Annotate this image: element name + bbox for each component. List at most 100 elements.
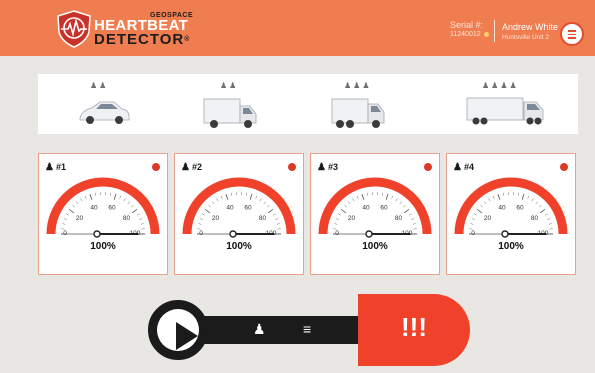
vehicle-car[interactable]: ♟♟	[76, 74, 136, 134]
gauge-tick-label: 40	[90, 204, 98, 211]
gauge-tick-label: 60	[516, 204, 524, 211]
sensor-percent: 100%	[362, 241, 388, 252]
gauge-tick	[471, 218, 475, 220]
gauge-tick-label: 0	[63, 230, 67, 237]
gauge-tick-label: 0	[199, 230, 203, 237]
person-icon[interactable]: ♟	[253, 322, 266, 336]
gauge-tick	[267, 208, 274, 214]
gauge-arc	[454, 177, 568, 235]
gauge-tick-label: 60	[380, 204, 388, 211]
serial-value: 11240012	[450, 30, 489, 40]
sensor-card-2[interactable]: ♟#2 020406080100 100%	[174, 153, 304, 275]
gauge-tick	[476, 208, 483, 214]
gauge-tick	[502, 192, 504, 196]
gauge-tick	[131, 205, 134, 208]
car-icon	[79, 101, 130, 124]
gauge-knob[interactable]	[229, 230, 237, 238]
gauge-tick	[267, 205, 270, 208]
gauge-tick-label: 20	[76, 215, 84, 222]
gauge-tick	[527, 195, 530, 199]
gauge-tick	[474, 213, 477, 216]
gauge-knob[interactable]	[93, 230, 101, 238]
menu-button[interactable]	[560, 22, 584, 46]
gauge-tick-label: 80	[531, 215, 539, 222]
gauge-tick	[411, 218, 415, 220]
gauge-tick	[63, 218, 67, 220]
gauge-tick	[361, 193, 365, 200]
gauge-tick	[131, 208, 138, 214]
gauge-tick	[344, 205, 347, 208]
play-icon	[176, 322, 198, 350]
gauge-tick	[334, 223, 338, 225]
gauge-tick-label: 20	[212, 215, 220, 222]
gauge-tick	[492, 195, 495, 199]
gauge-tick-label: 40	[498, 204, 506, 211]
gauge-tick	[403, 208, 410, 214]
sensor-card-3[interactable]: ♟#3 020406080100 100%	[310, 153, 440, 275]
gauge-tick	[497, 193, 501, 200]
gauge-tick	[275, 218, 279, 220]
gauge-knob[interactable]	[501, 230, 509, 238]
gauge-tick	[395, 198, 398, 202]
gauge-tick	[68, 208, 75, 214]
gauge-tick	[137, 213, 140, 216]
semi-trailer-icon	[466, 97, 544, 125]
play-button[interactable]	[148, 300, 208, 360]
vehicle-medium-truck[interactable]: ♟♟♟	[328, 74, 388, 134]
gauge-tick	[204, 208, 211, 214]
menu-icon	[568, 30, 576, 32]
brand-logo: GEOSPACE HEARTBEAT DETECTOR®	[56, 10, 216, 50]
alert-button[interactable]: !!!	[358, 294, 470, 366]
brand-detector: DETECTOR®	[94, 31, 191, 48]
sensitivity-gauge: 020406080100	[182, 177, 296, 238]
sensor-card-1[interactable]: ♟#1 020406080100 100%	[38, 153, 168, 275]
gauge-tick-label: 40	[226, 204, 234, 211]
gauge-tick	[484, 201, 487, 205]
gauge-tick	[123, 198, 126, 202]
gauge-tick-label: 20	[348, 215, 356, 222]
gauge-tick	[94, 192, 96, 196]
occupants-icon: ♟♟♟♟	[482, 81, 519, 90]
gauge-tick	[409, 213, 412, 216]
sensor-percent: 100%	[498, 241, 524, 252]
sensitivity-gauge: 020406080100	[318, 177, 432, 238]
vehicle-semi-trailer[interactable]: ♟♟♟♟	[466, 74, 546, 134]
document-icon[interactable]: ≡	[303, 322, 311, 336]
user-name: Andrew White	[502, 22, 559, 32]
record-indicator-icon	[560, 163, 568, 171]
gauge-tick	[76, 201, 79, 205]
gauge-tick	[340, 208, 347, 214]
gauge-tick	[338, 213, 341, 216]
menu-icon-line	[568, 37, 576, 39]
gauge-tick-label: 80	[123, 215, 131, 222]
sensitivity-gauge: 020406080100	[46, 177, 160, 238]
gauge-tick	[139, 218, 143, 220]
sensor-percent: 100%	[226, 241, 252, 252]
gauge-tick	[80, 198, 83, 202]
serial-info: Serial #: 11240012	[450, 20, 489, 40]
medium-truck-icon	[331, 98, 385, 128]
gauge-tick	[273, 213, 276, 216]
gauge-arc	[182, 177, 296, 235]
gauge-arc	[46, 177, 160, 235]
gauge-tick	[548, 223, 552, 225]
vehicle-selector: ♟♟ ♟♟ ♟♟♟ ♟♟♟♟	[38, 74, 578, 134]
heartbeat-shield-icon	[57, 10, 91, 48]
gauge-tick	[352, 198, 355, 202]
gauge-tick-label: 80	[259, 215, 267, 222]
vehicle-box-truck[interactable]: ♟♟	[200, 74, 260, 134]
gauge-tick	[62, 223, 66, 225]
gauge-tick	[521, 193, 525, 200]
box-truck-icon	[203, 98, 257, 128]
gauge-tick	[263, 201, 266, 205]
user-info: Andrew White Huntsville Unit 2	[502, 22, 558, 42]
play-button-face	[157, 309, 199, 351]
record-indicator-icon	[424, 163, 432, 171]
gauge-arc	[318, 177, 432, 235]
gauge-tick	[255, 195, 258, 199]
gauge-tick	[199, 218, 203, 220]
gauge-knob[interactable]	[365, 230, 373, 238]
sensor-card-4[interactable]: ♟#4 020406080100 100%	[446, 153, 576, 275]
gauge-tick	[539, 208, 546, 214]
gauge-tick-label: 0	[471, 230, 475, 237]
